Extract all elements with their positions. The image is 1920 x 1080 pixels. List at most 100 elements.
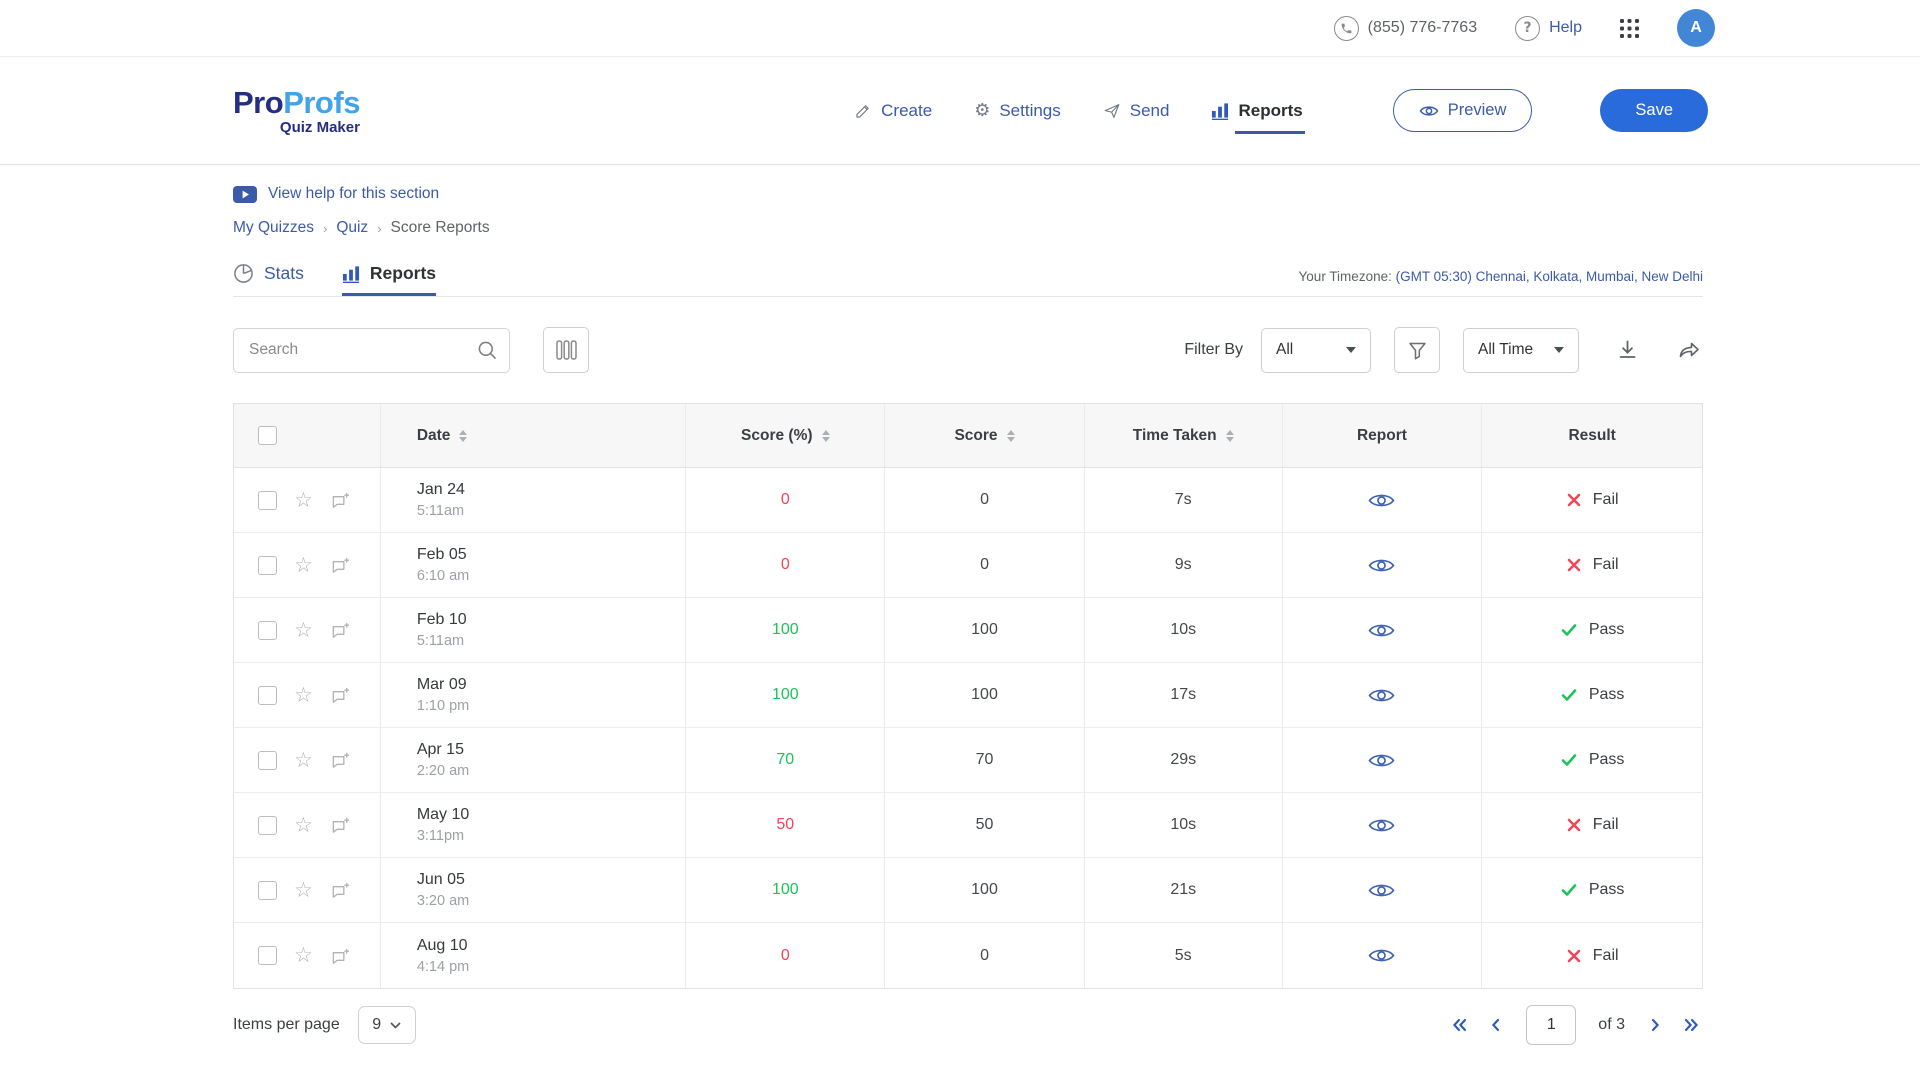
view-report-eye-icon[interactable] xyxy=(1368,686,1395,705)
date-cell: Jan 245:11am xyxy=(381,468,687,532)
add-comment-icon[interactable] xyxy=(330,686,351,704)
nav-reports[interactable]: Reports xyxy=(1211,101,1302,121)
star-icon[interactable]: ☆ xyxy=(294,555,313,576)
timezone-link[interactable]: (GMT 05:30) Chennai, Kolkata, Mumbai, Ne… xyxy=(1396,269,1703,284)
view-report-eye-icon[interactable] xyxy=(1368,621,1395,640)
nav-settings[interactable]: ⚙ Settings xyxy=(974,100,1061,121)
star-icon[interactable]: ☆ xyxy=(294,685,313,706)
add-comment-icon[interactable] xyxy=(330,621,351,639)
sort-icon[interactable] xyxy=(1007,430,1015,442)
nav-create-label: Create xyxy=(881,101,932,121)
row-checkbox[interactable] xyxy=(258,751,277,770)
column-settings-button[interactable] xyxy=(543,327,589,373)
content: View help for this section My Quizzes › … xyxy=(233,185,1703,1061)
row-checkbox[interactable] xyxy=(258,946,277,965)
preview-button[interactable]: Preview xyxy=(1393,89,1533,132)
report-cell xyxy=(1283,663,1483,727)
proprofs-logo[interactable]: ProProfs Quiz Maker xyxy=(233,87,360,135)
view-report-eye-icon[interactable] xyxy=(1368,491,1395,510)
row-checkbox[interactable] xyxy=(258,816,277,835)
row-checkbox[interactable] xyxy=(258,491,277,510)
report-cell xyxy=(1283,858,1483,922)
reports-table: Date Score (%) Score Time Taken Report R… xyxy=(233,403,1703,989)
chevron-down-icon xyxy=(390,1022,401,1029)
avatar[interactable]: A xyxy=(1677,9,1715,47)
result-cell: Pass xyxy=(1482,663,1702,727)
next-page-button[interactable] xyxy=(1647,1015,1664,1035)
breadcrumb-quiz[interactable]: Quiz xyxy=(336,219,368,237)
column-header-score-pct[interactable]: Score (%) xyxy=(686,404,885,467)
last-page-button[interactable] xyxy=(1680,1015,1703,1035)
score-cell: 0 xyxy=(885,533,1085,597)
phone-contact[interactable]: (855) 776-7763 xyxy=(1334,16,1477,41)
star-icon[interactable]: ☆ xyxy=(294,945,313,966)
row-checkbox[interactable] xyxy=(258,881,277,900)
breadcrumb-current: Score Reports xyxy=(391,219,490,237)
add-comment-icon[interactable] xyxy=(330,947,351,965)
score-pct-cell: 100 xyxy=(686,663,885,727)
filter-select[interactable]: All xyxy=(1261,328,1371,373)
star-icon[interactable]: ☆ xyxy=(294,880,313,901)
tab-reports[interactable]: Reports xyxy=(342,263,436,296)
items-per-page-select[interactable]: 9 xyxy=(358,1006,416,1044)
sort-icon[interactable] xyxy=(1226,430,1234,442)
main-header: ProProfs Quiz Maker Create ⚙ Settings Se… xyxy=(0,57,1920,165)
search-input[interactable] xyxy=(233,328,510,373)
help-label: Help xyxy=(1549,19,1582,37)
star-icon[interactable]: ☆ xyxy=(294,815,313,836)
score-value: 100 xyxy=(971,881,998,899)
nav-create[interactable]: Create xyxy=(854,101,932,121)
time-taken-cell: 7s xyxy=(1085,468,1283,532)
add-comment-icon[interactable] xyxy=(330,751,351,769)
first-page-button[interactable] xyxy=(1448,1015,1471,1035)
view-report-eye-icon[interactable] xyxy=(1368,946,1395,965)
share-icon xyxy=(1676,339,1703,361)
prev-page-button[interactable] xyxy=(1487,1015,1504,1035)
star-icon[interactable]: ☆ xyxy=(294,490,313,511)
page-count: of 3 xyxy=(1598,1016,1625,1034)
sort-icon[interactable] xyxy=(822,430,830,442)
view-report-eye-icon[interactable] xyxy=(1368,556,1395,575)
date-value: Feb 10 xyxy=(417,611,467,629)
filter-button[interactable] xyxy=(1394,327,1440,373)
star-icon[interactable]: ☆ xyxy=(294,620,313,641)
time-value: 3:11pm xyxy=(417,828,464,844)
view-report-eye-icon[interactable] xyxy=(1368,881,1395,900)
pagination-row: Items per page 9 of 3 xyxy=(233,989,1703,1061)
help-menu[interactable]: ? Help xyxy=(1515,16,1582,41)
row-select-cell: ☆ xyxy=(234,663,381,727)
row-checkbox[interactable] xyxy=(258,686,277,705)
column-header-date[interactable]: Date xyxy=(381,404,687,467)
date-value: Apr 15 xyxy=(417,741,464,759)
row-checkbox[interactable] xyxy=(258,621,277,640)
report-cell xyxy=(1283,728,1483,792)
add-comment-icon[interactable] xyxy=(330,881,351,899)
share-button[interactable] xyxy=(1676,339,1703,361)
caret-down-icon xyxy=(1554,347,1564,353)
phone-icon xyxy=(1334,16,1359,41)
sort-icon[interactable] xyxy=(459,430,467,442)
add-comment-icon[interactable] xyxy=(330,816,351,834)
score-cell: 50 xyxy=(885,793,1085,857)
row-checkbox[interactable] xyxy=(258,556,277,575)
breadcrumb-my-quizzes[interactable]: My Quizzes xyxy=(233,219,314,237)
view-report-eye-icon[interactable] xyxy=(1368,751,1395,770)
view-report-eye-icon[interactable] xyxy=(1368,816,1395,835)
fail-cross-icon xyxy=(1566,817,1582,833)
download-button[interactable] xyxy=(1615,338,1640,362)
nav-send[interactable]: Send xyxy=(1103,101,1170,121)
time-range-select[interactable]: All Time xyxy=(1463,328,1579,373)
toolbar-right: Filter By All All Time xyxy=(1184,327,1703,373)
star-icon[interactable]: ☆ xyxy=(294,750,313,771)
section-help-link[interactable]: View help for this section xyxy=(233,185,1703,203)
save-button[interactable]: Save xyxy=(1600,89,1708,132)
tab-stats[interactable]: Stats xyxy=(233,263,304,296)
nav-settings-label: Settings xyxy=(999,101,1060,121)
page-number-input[interactable] xyxy=(1526,1005,1576,1045)
column-header-score[interactable]: Score xyxy=(885,404,1085,467)
select-all-checkbox[interactable] xyxy=(258,426,277,445)
add-comment-icon[interactable] xyxy=(330,556,351,574)
column-header-time-taken[interactable]: Time Taken xyxy=(1085,404,1283,467)
apps-grid-button[interactable] xyxy=(1620,19,1639,38)
add-comment-icon[interactable] xyxy=(330,491,351,509)
